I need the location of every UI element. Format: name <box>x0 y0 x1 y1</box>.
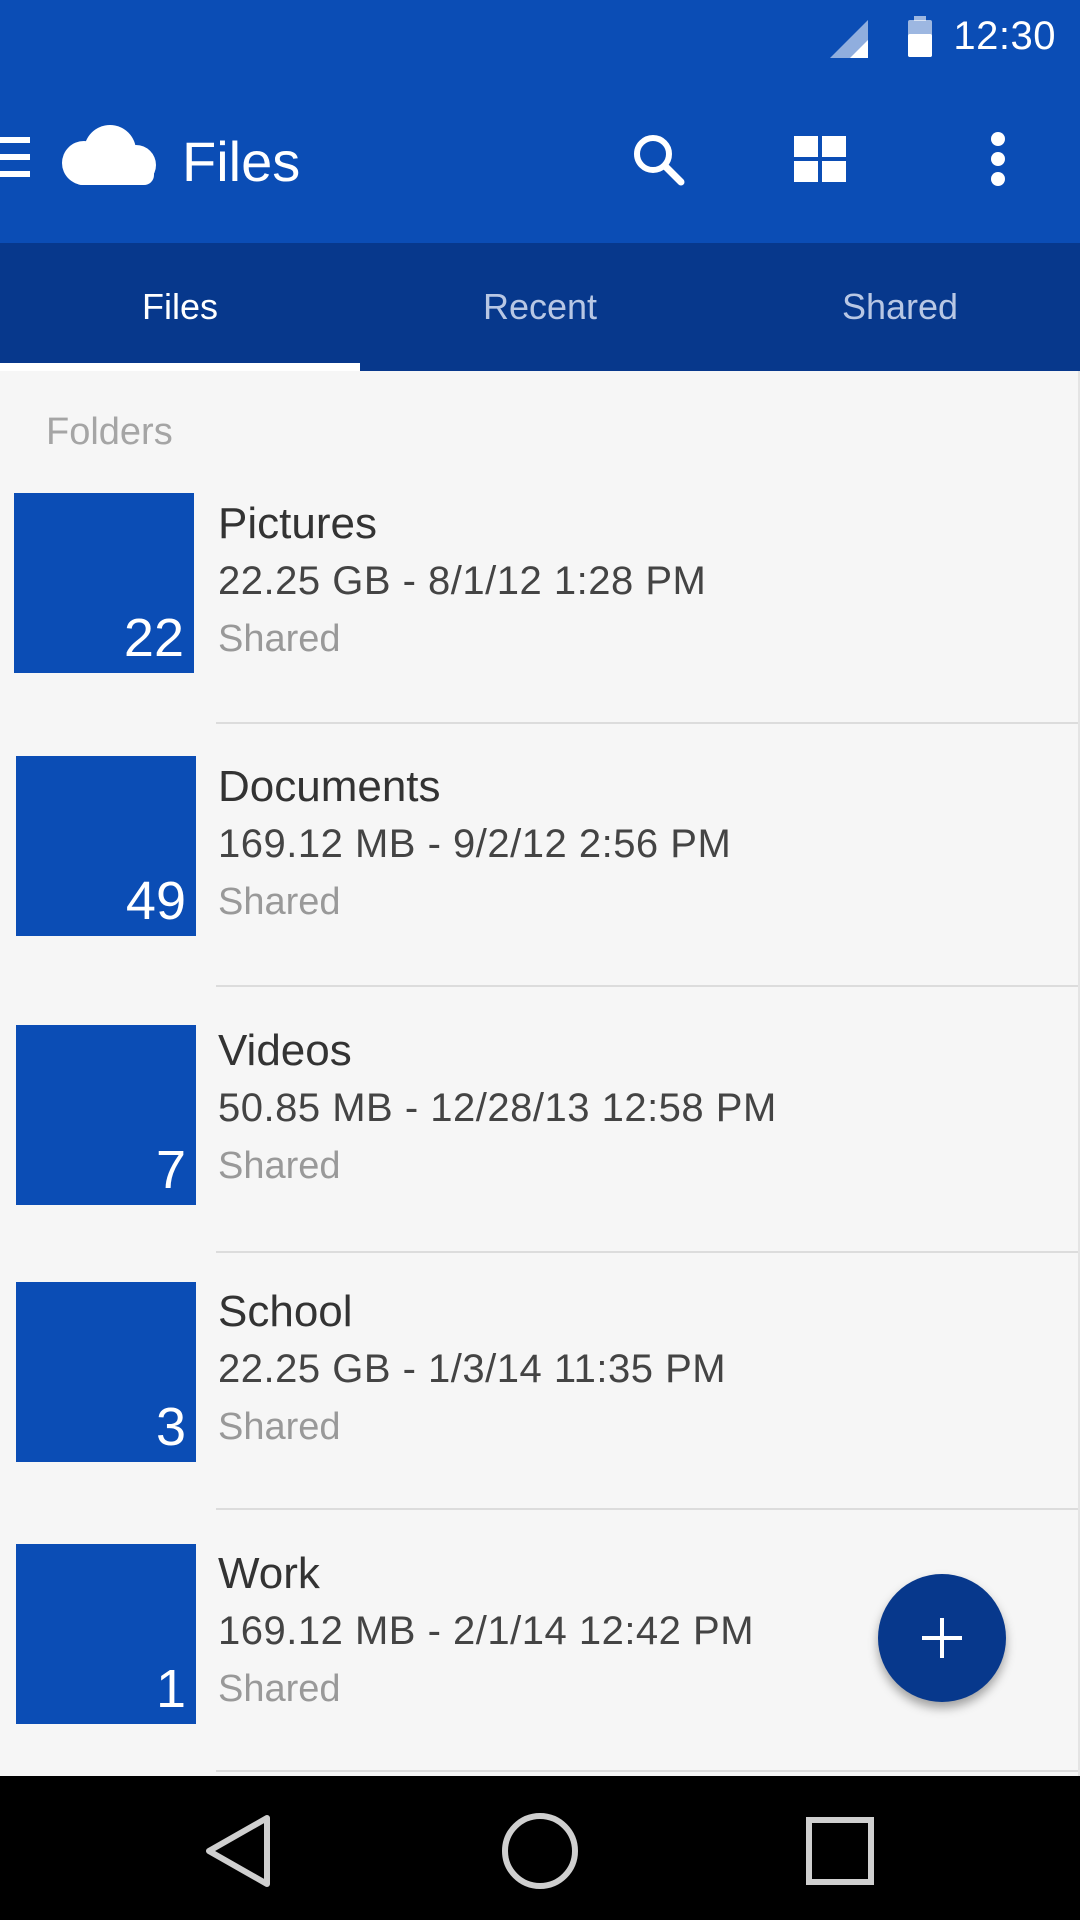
row-divider <box>216 722 1078 724</box>
home-icon <box>502 1813 578 1889</box>
folder-item-count: 3 <box>155 1397 186 1457</box>
folder-meta: 50.85 MB - 12/28/13 12:58 PM <box>218 1086 777 1130</box>
folder-tile: 22 <box>14 493 194 673</box>
app-title: Files <box>182 130 301 193</box>
hamburger-menu-icon[interactable] <box>0 135 30 179</box>
tab-bar: Files Recent Shared <box>0 243 1080 371</box>
folder-item-count: 7 <box>155 1140 186 1200</box>
folder-list[interactable]: Folders 22 Pictures 22.25 GB - 8/1/12 1:… <box>0 371 1080 1776</box>
row-divider <box>216 1508 1078 1510</box>
folder-row-videos[interactable]: 7 Videos 50.85 MB - 12/28/13 12:58 PM Sh… <box>0 1025 1078 1287</box>
grid-view-icon <box>794 136 846 182</box>
tab-shared[interactable]: Shared <box>720 243 1080 371</box>
grid-view-button[interactable] <box>782 121 858 197</box>
folder-tile: 49 <box>16 756 196 936</box>
folder-name: School <box>218 1287 353 1336</box>
folder-meta: 169.12 MB - 2/1/14 12:42 PM <box>218 1609 755 1653</box>
section-header-folders: Folders <box>46 411 173 453</box>
folder-meta: 22.25 GB - 8/1/12 1:28 PM <box>218 559 707 603</box>
folder-name: Work <box>218 1549 320 1598</box>
row-divider <box>216 1770 1078 1772</box>
plus-icon <box>922 1618 962 1658</box>
search-button[interactable] <box>620 121 696 197</box>
folder-row-school[interactable]: 3 School 22.25 GB - 1/3/14 11:35 PM Shar… <box>0 1282 1078 1544</box>
folder-status: Shared <box>218 1406 341 1448</box>
more-vertical-icon <box>991 132 1005 186</box>
tab-recent[interactable]: Recent <box>360 243 720 371</box>
row-divider <box>216 1251 1078 1253</box>
folder-item-count: 1 <box>155 1659 186 1719</box>
folder-item-count: 22 <box>123 608 184 668</box>
tab-files-label: Files <box>141 286 218 327</box>
status-time: 12:30 <box>953 14 1056 58</box>
folder-tile: 3 <box>16 1282 196 1462</box>
tab-shared-label: Shared <box>841 286 959 327</box>
folder-meta: 169.12 MB - 9/2/12 2:56 PM <box>218 822 732 866</box>
recents-icon <box>806 1817 874 1885</box>
back-button[interactable] <box>188 1806 288 1896</box>
folder-status: Shared <box>218 1145 341 1187</box>
more-options-button[interactable] <box>960 121 1036 197</box>
cloud-icon <box>62 125 156 185</box>
home-button[interactable] <box>490 1806 590 1896</box>
folder-name: Pictures <box>218 499 377 548</box>
tab-recent-label: Recent <box>482 286 598 327</box>
back-icon <box>206 1815 270 1887</box>
app-bar: Files <box>0 77 1080 243</box>
status-bar: 12:30 <box>0 0 1080 77</box>
search-icon <box>634 135 685 186</box>
recents-button[interactable] <box>790 1806 890 1896</box>
folder-meta: 22.25 GB - 1/3/14 11:35 PM <box>218 1347 727 1391</box>
active-tab-indicator <box>0 363 360 371</box>
add-button[interactable] <box>878 1574 1006 1702</box>
folder-row-pictures[interactable]: 22 Pictures 22.25 GB - 8/1/12 1:28 PM Sh… <box>0 493 1078 755</box>
folder-status: Shared <box>218 618 341 660</box>
row-divider <box>216 985 1078 987</box>
system-nav-bar <box>0 1776 1080 1920</box>
folder-tile: 1 <box>16 1544 196 1724</box>
folder-row-documents[interactable]: 49 Documents 169.12 MB - 9/2/12 2:56 PM … <box>0 756 1078 1018</box>
folder-tile: 7 <box>16 1025 196 1205</box>
cell-signal-icon <box>830 20 868 58</box>
folder-status: Shared <box>218 1668 341 1710</box>
tab-files[interactable]: Files <box>0 243 360 371</box>
folder-item-count: 49 <box>125 871 186 931</box>
folder-status: Shared <box>218 881 341 923</box>
folder-name: Videos <box>218 1026 352 1075</box>
battery-icon <box>908 16 932 57</box>
folder-name: Documents <box>218 762 441 811</box>
